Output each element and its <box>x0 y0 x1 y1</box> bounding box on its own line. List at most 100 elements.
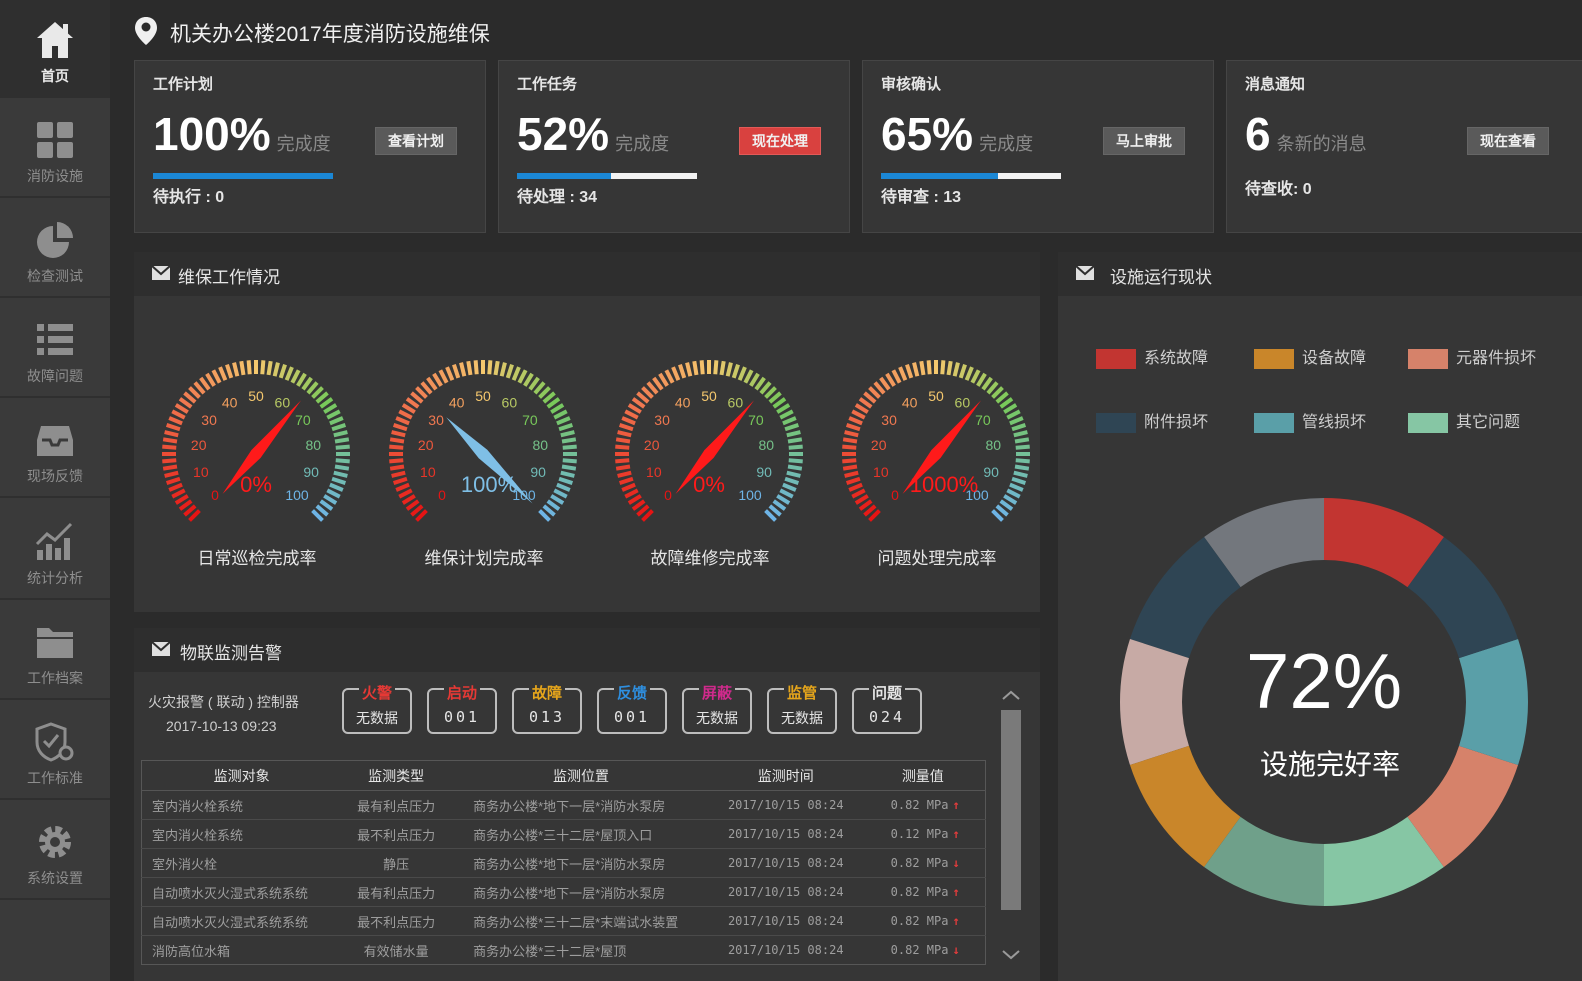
nav-standards-label: 工作标准 <box>27 770 83 786</box>
progress-bar <box>881 173 1061 179</box>
gauge-tick <box>1014 437 1030 444</box>
card-title: 工作计划 <box>153 76 214 93</box>
table-row[interactable]: 室内消火栓系统 最不利点压力 商务办公楼*三十二层*屋顶入口 2017/10/15 0… <box>141 819 986 849</box>
nav-inspection[interactable]: 检查测试 <box>0 200 110 298</box>
gauge-tick <box>678 363 687 379</box>
gauge-tick <box>266 360 273 376</box>
gauge-tick <box>296 372 307 387</box>
table-header: 监测对象 监测类型 监测位置 监测时间 测量值 <box>141 760 986 791</box>
nav-archives[interactable]: 工作档案 <box>0 602 110 700</box>
gauge-tick <box>926 360 932 375</box>
gauge-tick <box>1011 423 1027 432</box>
gauge-tick <box>517 369 528 384</box>
nav-fire-facilities[interactable]: 消防设施 <box>0 100 110 198</box>
gauge-tick <box>851 409 866 420</box>
gauge-value: 1000% <box>910 472 979 497</box>
nav-feedback[interactable]: 现场反馈 <box>0 400 110 498</box>
donut-segment[interactable] <box>1120 638 1189 766</box>
gauge-tick <box>652 376 664 391</box>
cell-type: 静压 <box>341 848 452 878</box>
cell-object-text: 室外消火栓 <box>152 856 218 872</box>
counter-supervise[interactable]: 监管 无数据 <box>767 685 837 734</box>
gauge-tick <box>845 423 861 432</box>
gauge-tick <box>246 360 252 375</box>
gauge-tick <box>162 458 177 464</box>
controller-name: 火灾报警 ( 联动 ) 控制器 <box>148 694 299 710</box>
counter-label: 反馈 <box>613 685 650 702</box>
counter-label: 火警 <box>358 685 395 702</box>
cell-object-text: 室内消火栓系统 <box>152 827 244 843</box>
card-value-unit: 完成度 <box>979 134 1034 154</box>
nav-home[interactable]: 首页 <box>0 0 110 98</box>
gauge-tick <box>946 360 953 376</box>
gauge-tick-label: 50 <box>248 388 264 404</box>
view-plan-button[interactable]: 查看计划 <box>375 127 457 155</box>
gauge-tick-label: 50 <box>928 388 944 404</box>
table-row[interactable]: 自动喷水灭火湿式系统系统 最不利点压力 商务办公楼*三十二层*末端试水装置 2017/… <box>141 906 986 936</box>
table-row[interactable]: 室内消火栓系统 最有利点压力 商务办公楼*地下一层*消防水泵房 2017/10/15 … <box>141 790 986 820</box>
gauge-tick-label: 100 <box>285 487 309 503</box>
legend-item: 其它问题 <box>1408 408 1520 433</box>
counter-start[interactable]: 启动 001 <box>427 685 497 734</box>
gauge-tick <box>952 362 960 377</box>
gauge-value: 0% <box>240 472 272 497</box>
legend-label: 系统故障 <box>1144 350 1209 367</box>
controller-time: 2017-10-13 09:23 <box>166 718 277 734</box>
counter-fire-alarm[interactable]: 火警 无数据 <box>342 685 412 734</box>
approve-now-button[interactable]: 马上审批 <box>1103 127 1185 155</box>
gauge-tick <box>842 437 858 444</box>
gauge-tick-label: 10 <box>873 464 889 480</box>
counter-shield[interactable]: 屏蔽 无数据 <box>682 685 752 734</box>
counter-feedback[interactable]: 反馈 001 <box>597 685 667 734</box>
gauge-tick-label: 80 <box>758 437 774 453</box>
gauge-tick <box>999 397 1014 409</box>
legend-swatch <box>1096 412 1136 433</box>
nav-faults[interactable]: 故障问题 <box>0 300 110 398</box>
scroll-down-icon[interactable] <box>999 948 1023 962</box>
legend-item: 系统故障 <box>1096 344 1209 369</box>
card-sub: 待处理 : 34 <box>517 189 598 206</box>
view-now-button[interactable]: 现在查看 <box>1467 127 1549 155</box>
counter-fault[interactable]: 故障 013 <box>512 685 582 734</box>
gauge-tick <box>713 360 719 375</box>
mail-icon <box>152 266 170 280</box>
gauge-tick-label: 60 <box>728 394 744 410</box>
gauge-tick <box>1009 482 1024 492</box>
nav-statistics[interactable]: 统计分析 <box>0 502 110 600</box>
gauge-tick-label: 30 <box>881 412 897 428</box>
gauge-tick <box>772 397 787 409</box>
table-row[interactable]: 自动喷水灭火湿式系统系统 最有利点压力 商务办公楼*地下一层*消防水泵房 2017/1… <box>141 877 986 907</box>
cell-type-text: 有效储水量 <box>363 943 429 959</box>
card-value-number: 52% <box>517 108 610 160</box>
card-value-number: 100% <box>153 108 271 160</box>
gauge-tick <box>1013 470 1028 478</box>
gauge-tick <box>627 494 642 505</box>
card-value-unit: 条新的消息 <box>1276 134 1367 154</box>
donut-segment[interactable] <box>1459 638 1528 766</box>
cell-location: 商务办公楼*三十二层*屋顶 <box>451 935 711 965</box>
cell-location: 商务办公楼*地下一层*消防水泵房 <box>451 848 711 878</box>
gauge-tick <box>1013 430 1028 438</box>
table-row[interactable]: 消防高位水箱 有效储水量 商务办公楼*三十二层*屋顶 2017/10/15 08:24… <box>141 935 986 965</box>
cell-time: 2017/10/15 08:24 <box>710 848 861 878</box>
gauge: 010203040 50 607080901001000% <box>842 360 1030 522</box>
scroll-up-icon[interactable] <box>999 688 1023 702</box>
legend-item: 管线损坏 <box>1254 408 1366 433</box>
gauge-tick <box>528 376 540 391</box>
cell-type-text: 最不利点压力 <box>357 827 436 843</box>
nav-settings[interactable]: 系统设置 <box>0 802 110 900</box>
card-value-unit: 完成度 <box>276 134 331 154</box>
process-now-button[interactable]: 现在处理 <box>739 127 821 155</box>
counter-issue[interactable]: 问题 024 <box>852 685 922 734</box>
table-scrollbar[interactable] <box>1001 710 1021 910</box>
gauge-tick-label: 30 <box>428 412 444 428</box>
table-row[interactable]: 室外消火栓 静压 商务办公楼*地下一层*消防水泵房 2017/10/15 08:24 0… <box>141 848 986 878</box>
cell-value: 0.82 MPa ↓ <box>860 848 986 878</box>
nav-standards[interactable]: 工作标准 <box>0 702 110 800</box>
gauge-value: 100% <box>461 472 517 497</box>
gauge-tick <box>232 362 240 377</box>
gauge-tick <box>782 416 797 426</box>
gauge-tick <box>784 423 800 432</box>
gauge-tick <box>1011 476 1027 485</box>
gauge-tick <box>401 403 416 414</box>
